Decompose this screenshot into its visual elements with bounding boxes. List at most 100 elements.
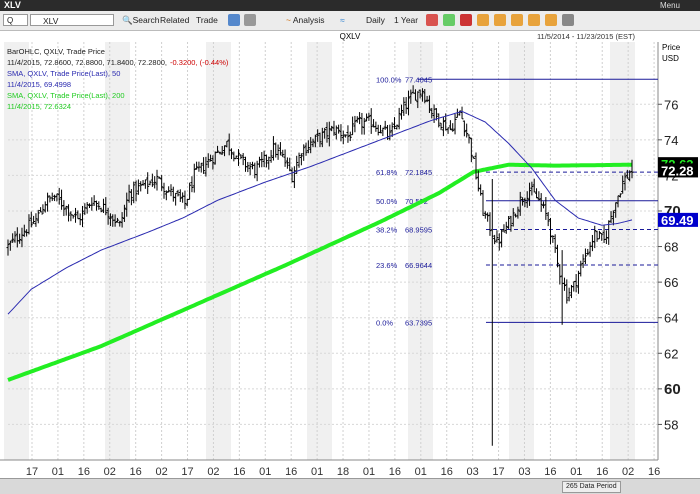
scroll-right-icon[interactable]	[494, 14, 506, 26]
analysis-menu[interactable]: ~ Analysis	[286, 13, 325, 27]
ohlc-bar	[546, 212, 550, 227]
ohlc-bar	[199, 162, 203, 173]
interval-menu[interactable]: Daily	[366, 13, 385, 27]
footer-bar: 265 Data Period	[0, 478, 700, 494]
ohlc-bar	[181, 192, 185, 203]
ohlc-bar	[404, 97, 408, 114]
ohlc-bar	[562, 277, 566, 291]
ohlc-bar	[87, 203, 91, 209]
related-menu[interactable]: Related	[160, 13, 189, 27]
ohlc-bar	[439, 122, 443, 131]
ohlc-bar	[355, 116, 359, 123]
ohlc-bar	[241, 153, 245, 166]
x-tick-label: 02	[104, 466, 116, 478]
ohlc-bar	[341, 130, 345, 145]
ohlc-bar	[297, 152, 301, 168]
ohlc-bar	[185, 198, 189, 207]
ohlc-bar	[388, 124, 392, 141]
fib-level-value: 68.9595	[405, 225, 432, 234]
chart-style-icon[interactable]	[426, 14, 438, 26]
trade-menu[interactable]: Trade	[196, 13, 218, 27]
y-tick-label: 76	[664, 97, 678, 112]
range-menu[interactable]: 1 Year	[394, 13, 418, 27]
studies-icon[interactable]	[460, 14, 472, 26]
ohlc-bar	[481, 190, 485, 216]
y-tick-label: 58	[664, 417, 678, 432]
fib-level-value: 72.1845	[405, 168, 432, 177]
axis-price-label: Price	[662, 43, 681, 52]
undo-icon[interactable]	[228, 14, 240, 26]
ohlc-bar	[395, 124, 399, 130]
legend-sma200-title: SMA, QXLV, Trade Price(Last), 200	[7, 91, 125, 100]
ohlc-bar	[500, 229, 504, 248]
zoom-out-icon[interactable]	[528, 14, 540, 26]
window-titlebar: XLV Menu	[0, 0, 700, 11]
ohlc-bar	[183, 190, 187, 210]
x-tick-label: 16	[648, 466, 660, 478]
ohlc-bar	[148, 180, 152, 186]
fib-level-pct: 50.0%	[376, 197, 398, 206]
analysis-icon: ~	[286, 15, 291, 25]
ohlc-bar	[153, 176, 157, 189]
ohlc-bar	[397, 107, 401, 130]
chart-type-select[interactable]: Q	[3, 14, 28, 26]
settings-icon[interactable]	[562, 14, 574, 26]
drawing-tools-icon[interactable]: ≈	[340, 13, 345, 27]
fib-level-value: 77.4045	[405, 75, 432, 84]
symbol-input[interactable]: XLV	[30, 14, 114, 26]
search-button[interactable]: 🔍Search	[122, 13, 160, 27]
analysis-label: Analysis	[292, 15, 325, 25]
ohlc-bar	[41, 204, 45, 215]
compare-icon[interactable]	[443, 14, 455, 26]
date-axis: 17 01 16 02 16 02 17 02 16 01 16 01 18 01 16 01 16 03 17 03…	[0, 459, 660, 478]
y-tick-label: 68	[664, 240, 678, 255]
ohlc-bar	[141, 180, 145, 186]
legend-sma50-title: SMA, QXLV, Trade Price(Last), 50	[7, 69, 120, 78]
ohlc-bar	[369, 108, 373, 134]
zoom-in-icon[interactable]	[511, 14, 523, 26]
legend-ohlc-prices: 11/4/2015, 72.8600, 72.8800, 71.8400, 72…	[7, 58, 167, 67]
x-tick-label: 16	[285, 466, 297, 478]
ohlc-bar	[60, 189, 64, 210]
ohlc-bar	[597, 230, 601, 240]
ohlc-bar	[555, 244, 559, 268]
ohlc-bar	[437, 113, 441, 128]
ohlc-bar	[379, 124, 383, 134]
scroll-left-icon[interactable]	[477, 14, 489, 26]
x-tick-label: 03	[467, 466, 479, 478]
ohlc-bar	[178, 189, 182, 202]
ohlc-bar	[376, 124, 380, 136]
y-tick-label: 64	[664, 311, 678, 326]
price-axis: 58606264666870727476	[658, 97, 681, 432]
ohlc-bar	[74, 207, 78, 223]
ohlc-bar	[71, 214, 75, 219]
ohlc-bar	[583, 248, 587, 265]
reset-zoom-icon[interactable]	[545, 14, 557, 26]
ohlc-bar	[448, 120, 452, 131]
ohlc-bar	[367, 112, 371, 121]
ohlc-bar	[292, 166, 296, 189]
ohlc-bar	[188, 182, 192, 200]
fib-level-value: 63.7395	[405, 318, 432, 327]
ohlc-bar	[136, 179, 140, 195]
x-tick-label: 01	[311, 466, 323, 478]
ohlc-bar	[393, 117, 397, 130]
ohlc-bar	[339, 124, 343, 142]
ohlc-bar	[243, 156, 247, 172]
ohlc-bar	[50, 192, 54, 202]
chart-symbol: QXLV	[340, 32, 361, 41]
ohlc-bar	[574, 274, 578, 293]
ohlc-bar	[572, 281, 576, 292]
legend-ohlc-title: BarOHLC, QXLV, Trade Price	[7, 47, 105, 56]
ohlc-bar	[365, 113, 369, 122]
price-badge-label: 72.28	[661, 163, 694, 178]
ohlc-bar	[558, 264, 562, 285]
menu-button[interactable]: Menu	[660, 0, 680, 11]
ohlc-bar	[269, 149, 273, 163]
redo-icon[interactable]	[244, 14, 256, 26]
data-period-button[interactable]: 265 Data Period	[562, 481, 621, 493]
x-tick-label: 01	[415, 466, 427, 478]
ohlc-bar	[162, 182, 166, 199]
fib-level-pct: 61.8%	[376, 168, 398, 177]
ohlc-bar	[567, 287, 571, 302]
